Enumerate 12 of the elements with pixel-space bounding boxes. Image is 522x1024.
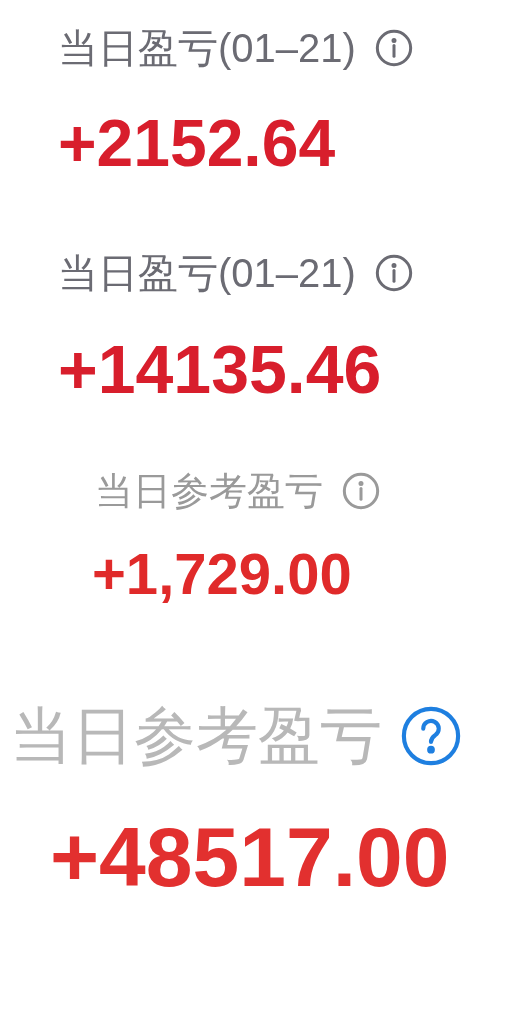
profit-value: +2152.64 — [58, 110, 336, 176]
help-icon[interactable] — [400, 705, 462, 767]
profit-label: 当日盈亏(01–21) — [58, 28, 356, 68]
profit-label: 当日盈亏(01–21) — [58, 253, 356, 293]
info-icon[interactable] — [341, 471, 381, 511]
profit-value: +1,729.00 — [92, 545, 352, 603]
profit-value: +14135.46 — [58, 335, 382, 403]
profit-value: +48517.00 — [50, 815, 450, 899]
profit-label: 当日参考盈亏 — [95, 472, 323, 510]
info-icon[interactable] — [373, 28, 414, 68]
info-icon[interactable] — [373, 253, 414, 293]
profit-label: 当日参考盈亏 — [10, 705, 382, 767]
